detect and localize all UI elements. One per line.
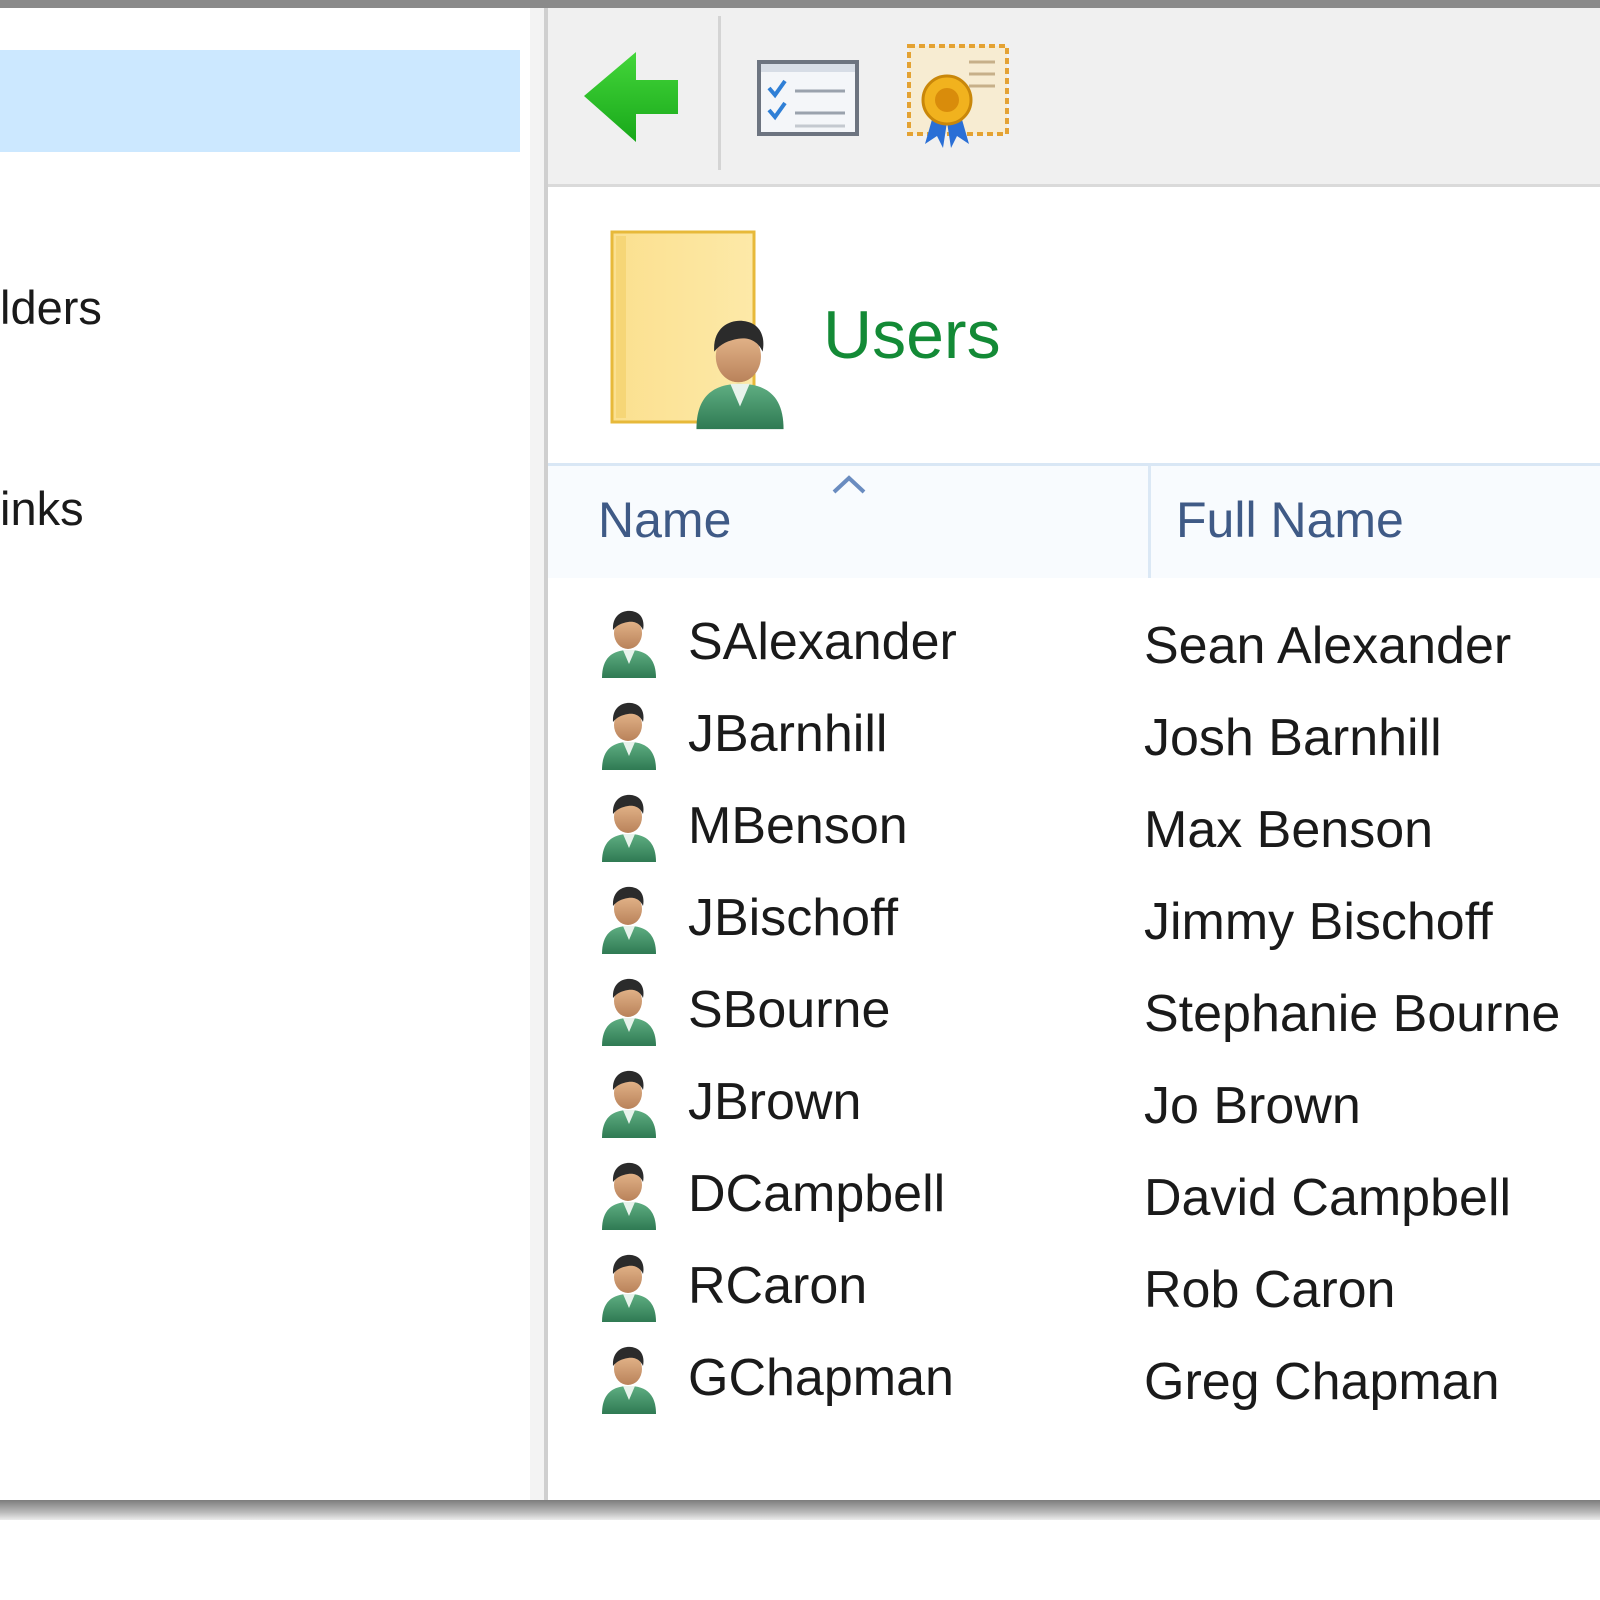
user-name-cell: SAlexander (688, 613, 957, 671)
user-icon (602, 1162, 656, 1230)
background (0, 1520, 1600, 1600)
user-name-cell: MBenson (688, 797, 908, 855)
table-row[interactable]: JBarnhill Josh Barnhill (548, 698, 1600, 790)
user-icon (602, 1254, 656, 1322)
table-row[interactable]: SAlexander Sean Alexander (548, 606, 1600, 698)
full-name-cell: Stephanie Bourne (1144, 985, 1561, 1043)
table-row[interactable]: MBenson Max Benson (548, 790, 1600, 882)
column-header-name[interactable]: Name (598, 491, 731, 549)
full-name-cell: Greg Chapman (1144, 1353, 1500, 1411)
full-name-cell: Rob Caron (1144, 1261, 1396, 1319)
user-name-cell: SBourne (688, 981, 891, 1039)
column-header-row: Name Full Name (548, 463, 1600, 578)
user-name-cell: JBischoff (688, 889, 899, 947)
toolbar-separator (718, 16, 721, 170)
user-icon (602, 610, 656, 678)
user-name-cell: DCampbell (688, 1165, 946, 1223)
window-top-border (0, 0, 1600, 8)
user-name-cell: GChapman (688, 1349, 954, 1407)
navigation-pane[interactable]: lders inks (0, 8, 530, 1500)
sort-ascending-icon (832, 475, 866, 494)
full-name-cell: Sean Alexander (1144, 617, 1512, 675)
user-icon (602, 978, 656, 1046)
user-list: SAlexander Sean Alexander JBarnhill Josh… (548, 606, 1600, 1434)
user-name-cell: JBrown (688, 1073, 862, 1131)
user-icon (602, 1346, 656, 1414)
back-button[interactable] (578, 38, 688, 158)
table-row[interactable]: JBrown Jo Brown (548, 1066, 1600, 1158)
certificate-button[interactable] (903, 38, 1013, 158)
user-icon (602, 794, 656, 862)
table-row[interactable]: RCaron Rob Caron (548, 1250, 1600, 1342)
properties-button[interactable] (753, 38, 863, 158)
nav-pane-edge (530, 8, 544, 1500)
properties-checklist-icon (757, 60, 859, 136)
user-icon (602, 886, 656, 954)
column-divider[interactable] (1148, 466, 1151, 578)
nav-item-links[interactable]: inks (0, 481, 84, 536)
full-name-cell: Josh Barnhill (1144, 709, 1442, 767)
full-name-cell: David Campbell (1144, 1169, 1512, 1227)
toolbar (548, 8, 1600, 187)
table-row[interactable]: GChapman Greg Chapman (548, 1342, 1600, 1434)
nav-item-folders[interactable]: lders (0, 280, 102, 335)
back-arrow-icon (584, 52, 678, 142)
table-row[interactable]: DCampbell David Campbell (548, 1158, 1600, 1250)
full-name-cell: Jo Brown (1144, 1077, 1361, 1135)
column-header-full-name[interactable]: Full Name (1176, 491, 1404, 549)
table-row[interactable]: JBischoff Jimmy Bischoff (548, 882, 1600, 974)
users-folder-icon (608, 228, 798, 438)
content-pane: Users Name Full Name SAlexander Sean Ale… (548, 8, 1600, 1500)
user-icon (602, 1070, 656, 1138)
window-bottom-border (0, 1500, 1600, 1520)
user-icon (602, 702, 656, 770)
page-title: Users (823, 297, 1001, 373)
user-name-cell: RCaron (688, 1257, 868, 1315)
table-row[interactable]: SBourne Stephanie Bourne (548, 974, 1600, 1066)
nav-item-selected[interactable] (0, 50, 520, 152)
full-name-cell: Jimmy Bischoff (1144, 893, 1493, 951)
certificate-icon (907, 44, 1009, 148)
full-name-cell: Max Benson (1144, 801, 1434, 859)
user-name-cell: JBarnhill (688, 705, 888, 763)
